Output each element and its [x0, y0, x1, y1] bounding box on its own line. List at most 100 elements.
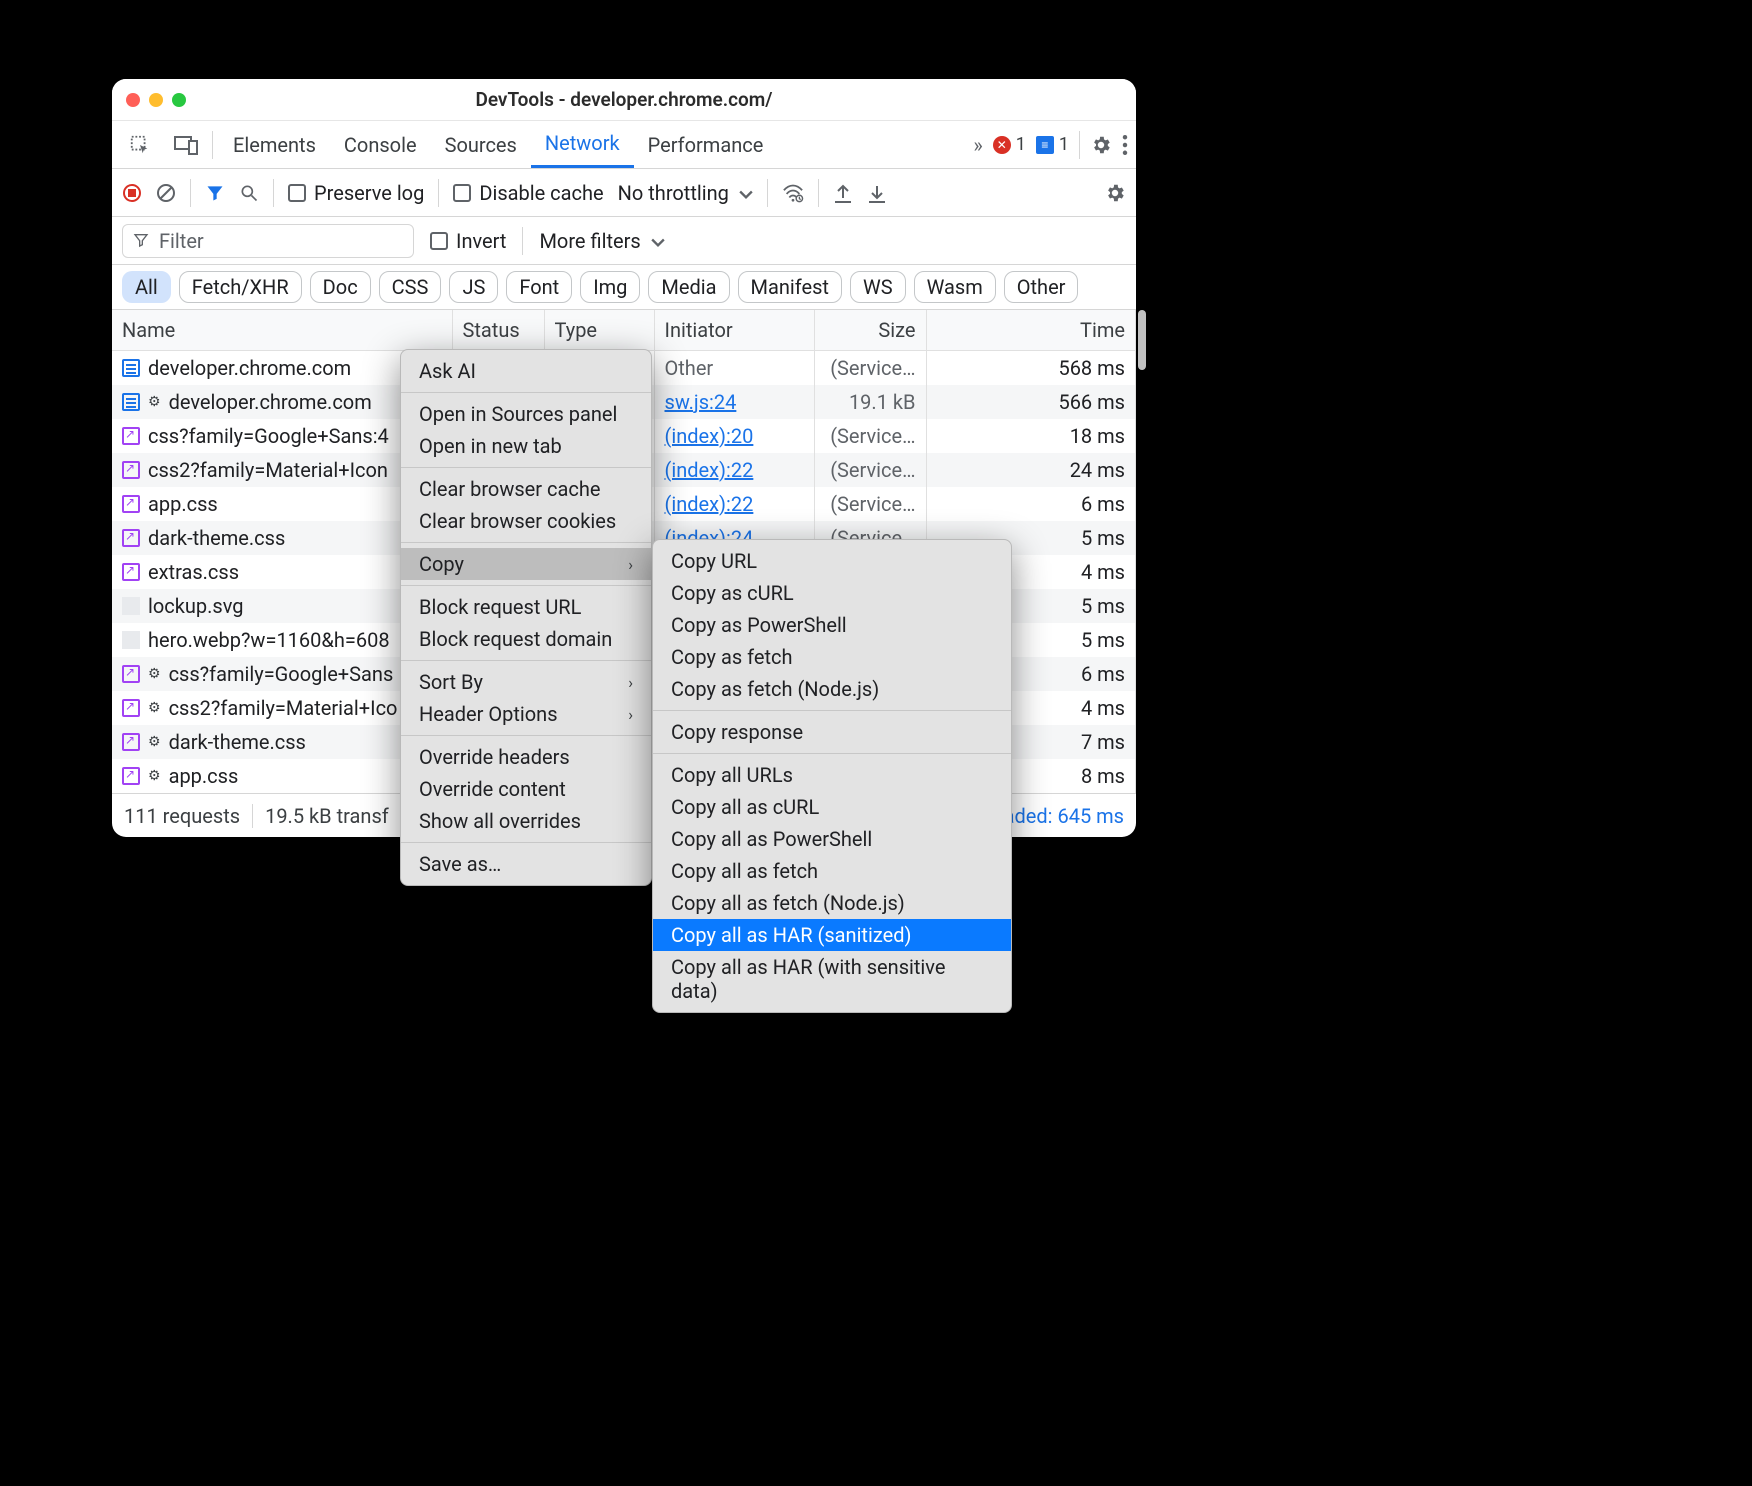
time-cell: 18 ms [926, 419, 1136, 453]
col-type[interactable]: Type [544, 310, 654, 351]
kebab-menu-icon[interactable] [1122, 135, 1128, 155]
invert-label: Invert [456, 229, 506, 253]
menu-override-headers[interactable]: Override headers [401, 741, 651, 773]
chip-doc[interactable]: Doc [310, 271, 371, 303]
menu-clear-browser-cache[interactable]: Clear browser cache [401, 473, 651, 505]
request-name: dark-theme.css [148, 526, 285, 550]
record-button-icon[interactable] [122, 183, 142, 203]
chip-media[interactable]: Media [648, 271, 729, 303]
menu-save-as[interactable]: Save as… [401, 848, 651, 880]
chip-css[interactable]: CSS [379, 271, 442, 303]
menu-copy-all-as-har-with-sensitive-data[interactable]: Copy all as HAR (with sensitive data) [653, 951, 1011, 1007]
close-window-button[interactable] [126, 93, 140, 107]
zoom-window-button[interactable] [172, 93, 186, 107]
clear-icon[interactable] [156, 183, 176, 203]
menu-block-request-domain[interactable]: Block request domain [401, 623, 651, 655]
chip-font[interactable]: Font [506, 271, 572, 303]
menu-header-options[interactable]: Header Options› [401, 698, 651, 730]
network-toolbar: Preserve log Disable cache No throttling [112, 169, 1136, 217]
menu-copy-as-powershell[interactable]: Copy as PowerShell [653, 609, 1011, 641]
menu-clear-browser-cookies[interactable]: Clear browser cookies [401, 505, 651, 537]
filter-input[interactable]: Filter [122, 224, 414, 258]
more-tabs-icon[interactable]: » [973, 133, 982, 157]
chip-fetch-xhr[interactable]: Fetch/XHR [179, 271, 302, 303]
col-time[interactable]: Time [926, 310, 1136, 351]
chip-img[interactable]: Img [580, 271, 640, 303]
menu-copy-all-as-har-sanitized[interactable]: Copy all as HAR (sanitized) [653, 919, 1011, 951]
chip-wasm[interactable]: Wasm [914, 271, 996, 303]
menu-copy-all-as-curl[interactable]: Copy all as cURL [653, 791, 1011, 823]
time-cell: 6 ms [926, 487, 1136, 521]
chip-manifest[interactable]: Manifest [738, 271, 842, 303]
serviceworker-gear-icon: ⚙ [148, 666, 161, 682]
initiator-link[interactable]: (index):22 [665, 458, 754, 482]
minimize-window-button[interactable] [149, 93, 163, 107]
menu-label: Save as… [419, 852, 501, 876]
device-toolbar-icon[interactable] [166, 135, 206, 155]
resource-type-chips: AllFetch/XHRDocCSSJSFontImgMedia Manifest… [112, 265, 1136, 310]
filter-toggle-icon[interactable] [205, 183, 225, 203]
col-name[interactable]: Name [112, 310, 452, 351]
col-initiator[interactable]: Initiator [654, 310, 814, 351]
upload-har-icon[interactable] [833, 182, 853, 204]
menu-copy-url[interactable]: Copy URL [653, 545, 1011, 577]
menu-copy-all-as-powershell[interactable]: Copy all as PowerShell [653, 823, 1011, 855]
settings-gear-icon[interactable] [1090, 134, 1112, 156]
time-cell: 24 ms [926, 453, 1136, 487]
menu-label: Copy as PowerShell [671, 613, 847, 637]
menu-block-request-url[interactable]: Block request URL [401, 591, 651, 623]
status-loaded: aded: 645 ms [1004, 804, 1124, 828]
menu-copy-all-as-fetch[interactable]: Copy all as fetch [653, 855, 1011, 887]
tab-performance[interactable]: Performance [634, 121, 778, 168]
disable-cache-checkbox[interactable]: Disable cache [453, 181, 603, 205]
menu-open-in-sources-panel[interactable]: Open in Sources panel [401, 398, 651, 430]
throttling-select[interactable]: No throttling [618, 181, 753, 205]
tab-elements[interactable]: Elements [219, 121, 330, 168]
request-name: hero.webp?w=1160&h=608 [148, 628, 390, 652]
menu-copy-all-as-fetch-node-js[interactable]: Copy all as fetch (Node.js) [653, 887, 1011, 919]
tab-sources[interactable]: Sources [431, 121, 531, 168]
invert-checkbox[interactable]: Invert [430, 229, 506, 253]
chip-all[interactable]: All [122, 271, 171, 303]
preserve-log-checkbox[interactable]: Preserve log [288, 181, 424, 205]
chip-ws[interactable]: WS [850, 271, 906, 303]
inspect-icon[interactable] [120, 134, 160, 156]
panel-tabs: ElementsConsoleSourcesNetworkPerformance… [112, 121, 1136, 169]
chip-other[interactable]: Other [1004, 271, 1079, 303]
menu-label: Copy all as cURL [671, 795, 819, 819]
download-har-icon[interactable] [867, 182, 887, 204]
menu-copy[interactable]: Copy› [401, 548, 651, 580]
tab-network[interactable]: Network [531, 121, 634, 168]
search-icon[interactable] [239, 183, 259, 203]
error-badge-icon[interactable]: ✕ [993, 136, 1011, 154]
info-badge-icon[interactable]: ≡ [1036, 136, 1054, 154]
col-size[interactable]: Size [814, 310, 926, 351]
menu-copy-all-urls[interactable]: Copy all URLs [653, 759, 1011, 791]
context-submenu-copy: Copy URLCopy as cURL Copy as PowerShell Co… [652, 539, 1012, 1013]
network-settings-gear-icon[interactable] [1104, 182, 1126, 204]
menu-label: Block request domain [419, 627, 612, 651]
separator [1079, 131, 1080, 159]
col-status[interactable]: Status [452, 310, 544, 351]
tab-console[interactable]: Console [330, 121, 431, 168]
menu-ask-ai[interactable]: Ask AI [401, 355, 651, 387]
menu-copy-as-fetch-node-js[interactable]: Copy as fetch (Node.js) [653, 673, 1011, 705]
menu-show-all-overrides[interactable]: Show all overrides [401, 805, 651, 837]
initiator-link[interactable]: (index):20 [665, 424, 754, 448]
menu-label: Header Options [419, 702, 558, 726]
menu-copy-as-curl[interactable]: Copy as cURL [653, 577, 1011, 609]
menu-copy-response[interactable]: Copy response [653, 716, 1011, 748]
initiator-link[interactable]: sw.js:24 [665, 390, 737, 414]
network-conditions-icon[interactable] [782, 183, 804, 203]
menu-copy-as-fetch[interactable]: Copy as fetch [653, 641, 1011, 673]
menu-override-content[interactable]: Override content [401, 773, 651, 805]
menu-open-in-new-tab[interactable]: Open in new tab [401, 430, 651, 462]
chip-js[interactable]: JS [449, 271, 498, 303]
more-filters-dropdown[interactable]: More filters [539, 229, 664, 253]
request-name: css2?family=Material+Icon [148, 458, 388, 482]
menu-separator [401, 392, 651, 393]
vertical-scrollbar[interactable] [1138, 310, 1146, 370]
initiator-link[interactable]: (index):22 [665, 492, 754, 516]
menu-sort-by[interactable]: Sort By› [401, 666, 651, 698]
title-bar: DevTools - developer.chrome.com/ [112, 79, 1136, 121]
